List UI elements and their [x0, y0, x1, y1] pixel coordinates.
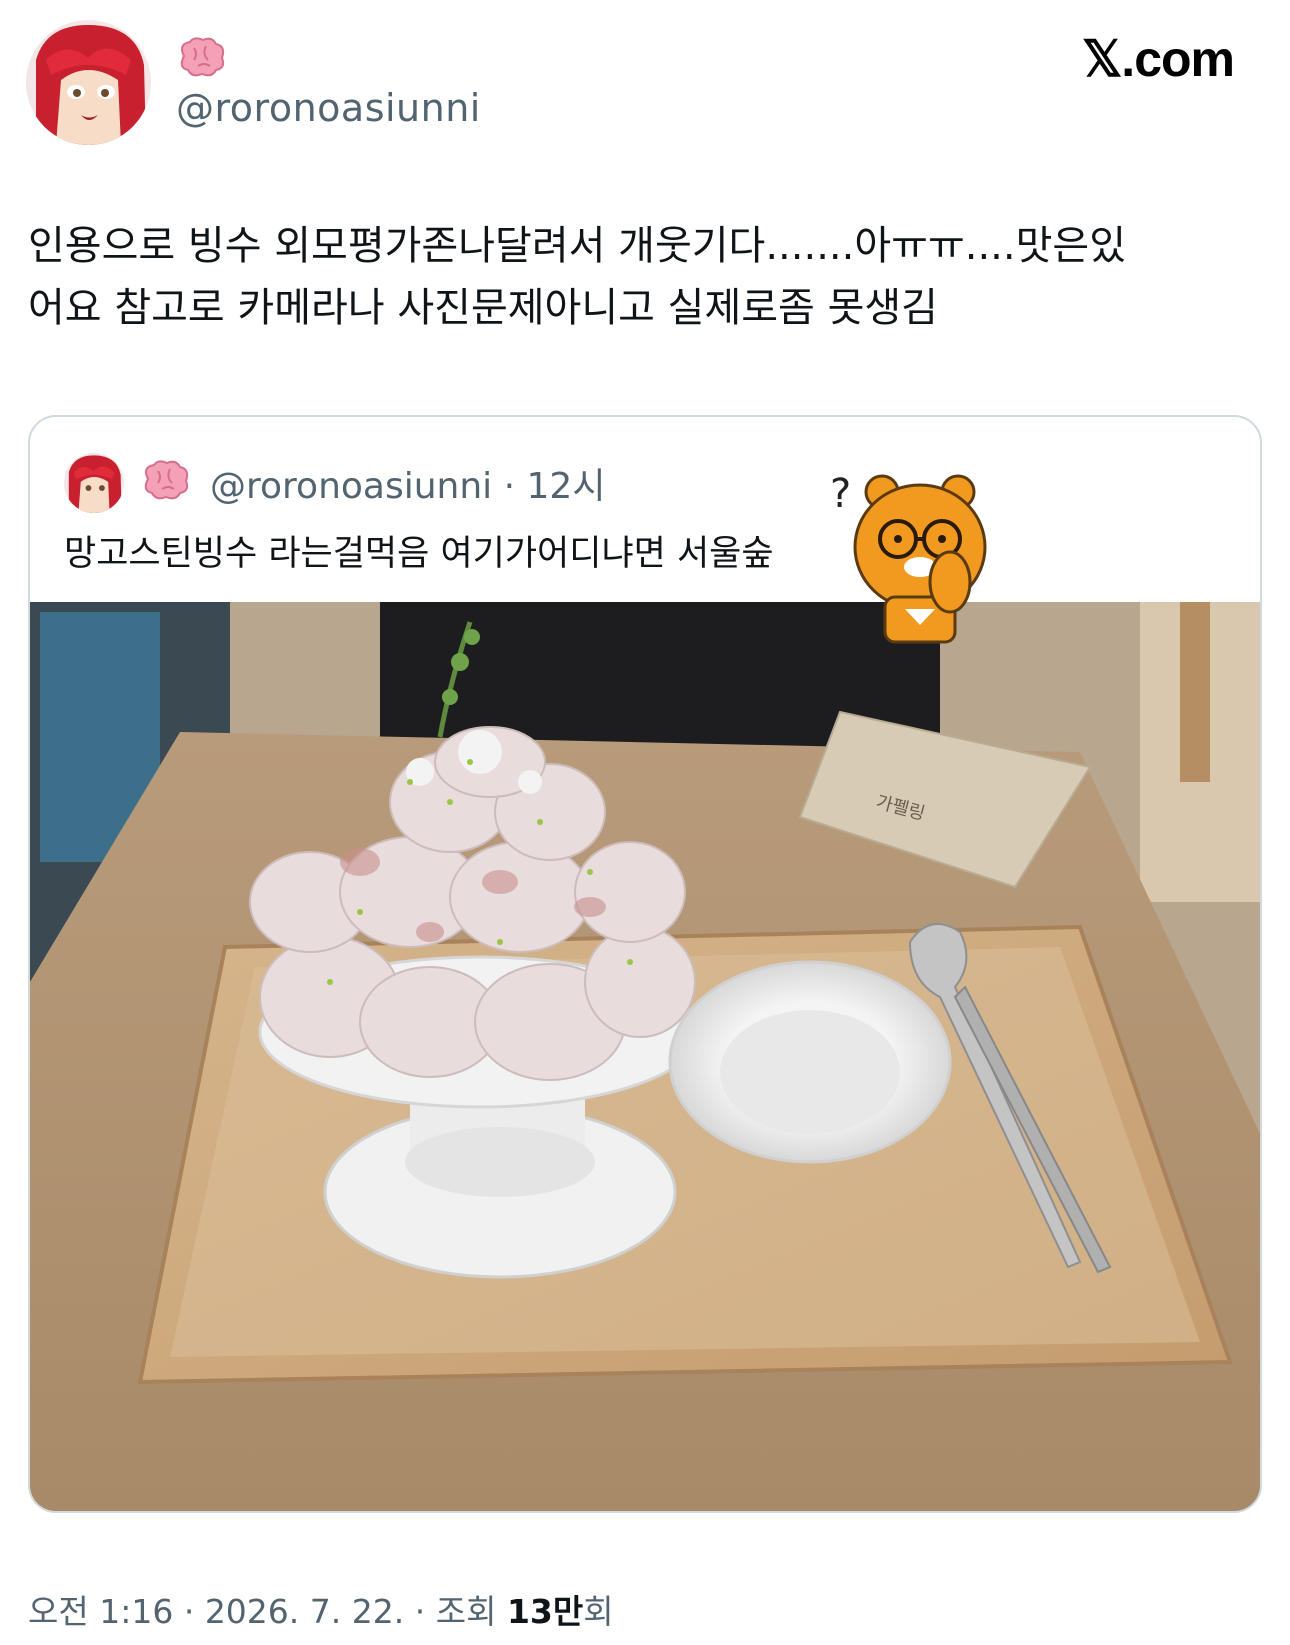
quoted-brain-emoji-icon — [140, 459, 190, 505]
views-prefix: 조회 — [435, 1592, 497, 1631]
quoted-author-avatar[interactable] — [64, 453, 124, 513]
tweet-date[interactable]: 2026. 7. 22. — [205, 1592, 404, 1631]
quoted-text-main: 망고스틴빙수 라는걸먹음 여기가어디냐면 서울숲 — [64, 534, 774, 574]
quoted-time[interactable]: 12시 — [527, 466, 606, 507]
kakao-ryan-sticker-icon: ? — [830, 471, 987, 644]
brain-emoji-icon — [176, 36, 226, 82]
author-avatar[interactable] — [26, 20, 151, 145]
quoted-text: 망고스틴빙수 라는걸먹음 여기가어디냐면 서울숲임 — [64, 525, 926, 576]
svg-text:?: ? — [830, 471, 851, 517]
author-handle[interactable]: @roronoasiunni — [176, 86, 481, 130]
quoted-header: @roronoasiunni · 12시 — [210, 457, 605, 509]
quoted-tweet-card[interactable]: @roronoasiunni · 12시 망고스틴빙수 라는걸먹음 여기가어디냐… — [28, 415, 1262, 1513]
x-logo-icon: 𝕏.com — [1082, 31, 1235, 87]
quoted-handle[interactable]: @roronoasiunni — [210, 466, 492, 507]
tweet-text: 인용으로 빙수 외모평가존나달려서 개웃기다.......아ㅠㅠ....맛은있 … — [28, 223, 1127, 331]
views-suffix: 회 — [583, 1592, 614, 1631]
quoted-separator: · — [492, 466, 527, 507]
meta-dot: · — [404, 1592, 436, 1631]
views-count: 13만 — [506, 1592, 584, 1631]
meta-dot: · — [173, 1592, 205, 1631]
tweet-time[interactable]: 오전 1:16 — [28, 1592, 173, 1631]
tweet-meta: 오전 1:16 · 2026. 7. 22. · 조회 13만회 — [28, 1585, 614, 1633]
bingsu-photo[interactable]: 가펠링 — [30, 602, 1262, 1513]
